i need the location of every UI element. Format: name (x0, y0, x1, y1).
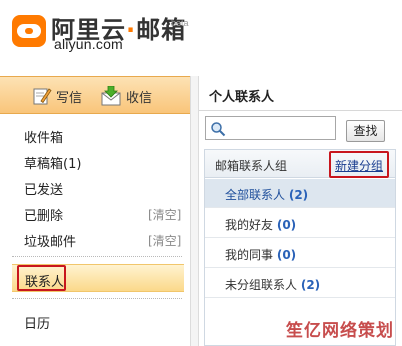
receive-mail-button[interactable]: 收信 (100, 83, 152, 109)
group-name: 全部联系人 (225, 188, 286, 202)
sidebar-item-label: 日历 (24, 317, 51, 332)
folder-drafts[interactable]: 草稿箱(1) (0, 148, 190, 174)
sidebar-item-calendar[interactable]: 日历 (0, 308, 190, 334)
empty-deleted-link[interactable]: [清空] (148, 206, 181, 223)
folder-label: 草稿箱(1) (24, 157, 82, 172)
group-name: 我的好友 (225, 218, 274, 232)
group-count: (2) (300, 278, 321, 292)
folder-sent[interactable]: 已发送 (0, 174, 190, 200)
aliyun-logo-icon (12, 15, 46, 47)
folder-label: 收件箱 (24, 131, 64, 146)
group-row-friends[interactable]: 我的好友 (0) (205, 209, 395, 238)
brand-domain: aliyun.com (54, 36, 123, 52)
contact-search-input[interactable] (228, 120, 332, 136)
write-mail-button[interactable]: 写信 (32, 83, 82, 109)
group-count: (0) (276, 248, 297, 262)
folder-spam[interactable]: 垃圾邮件 [清空] (0, 226, 190, 252)
contacts-panel: 个人联系人 查找 邮箱联系人组 新建分组 全部联系人 (2) 我的好友 (0) … (199, 76, 402, 346)
compose-toolbar: 写信 收信 (0, 76, 190, 114)
group-label: 未分组联系人 (2) (225, 276, 320, 293)
sidebar: 写信 收信 收件箱 草稿箱(1) 已发送 已删除 [清空] 垃圾邮件 [清空] … (0, 76, 190, 346)
compose-pencil-icon (33, 88, 52, 105)
brand-name-dot: · (126, 16, 137, 44)
group-name: 未分组联系人 (225, 278, 298, 292)
pane-splitter[interactable] (190, 76, 199, 346)
group-row-ungrouped[interactable]: 未分组联系人 (2) (205, 269, 395, 298)
folder-label: 垃圾邮件 (24, 235, 77, 250)
group-label: 我的同事 (0) (225, 246, 296, 263)
beta-badge: beta (171, 18, 189, 28)
group-label: 我的好友 (0) (225, 216, 296, 233)
folder-label: 已删除 (24, 209, 64, 224)
panel-title: 个人联系人 (209, 90, 275, 105)
search-icon (211, 122, 226, 137)
folder-deleted[interactable]: 已删除 [清空] (0, 200, 190, 226)
watermark-text: 笙亿网络策划 (286, 321, 394, 341)
group-count: (2) (288, 188, 309, 202)
contact-search-field[interactable] (205, 116, 336, 140)
group-row-all[interactable]: 全部联系人 (2) (205, 179, 395, 208)
groups-header-label: 邮箱联系人组 (215, 159, 288, 173)
search-button[interactable]: 查找 (346, 120, 385, 142)
folder-inbox[interactable]: 收件箱 (0, 122, 190, 148)
receive-mail-label: 收信 (126, 90, 153, 106)
write-mail-label: 写信 (56, 90, 83, 106)
group-count: (0) (276, 218, 297, 232)
title-divider (199, 110, 402, 111)
group-label: 全部联系人 (2) (225, 186, 308, 203)
new-group-highlight-frame (329, 151, 389, 178)
sidebar-divider (12, 298, 182, 299)
group-name: 我的同事 (225, 248, 274, 262)
empty-spam-link[interactable]: [清空] (148, 232, 181, 249)
folder-label: 已发送 (24, 183, 64, 198)
contacts-highlight-frame (17, 265, 66, 291)
inbox-download-icon (101, 86, 121, 106)
app-header: 阿里云·邮箱 beta aliyun.com (0, 0, 402, 74)
sidebar-divider (12, 256, 182, 257)
group-row-colleagues[interactable]: 我的同事 (0) (205, 239, 395, 268)
